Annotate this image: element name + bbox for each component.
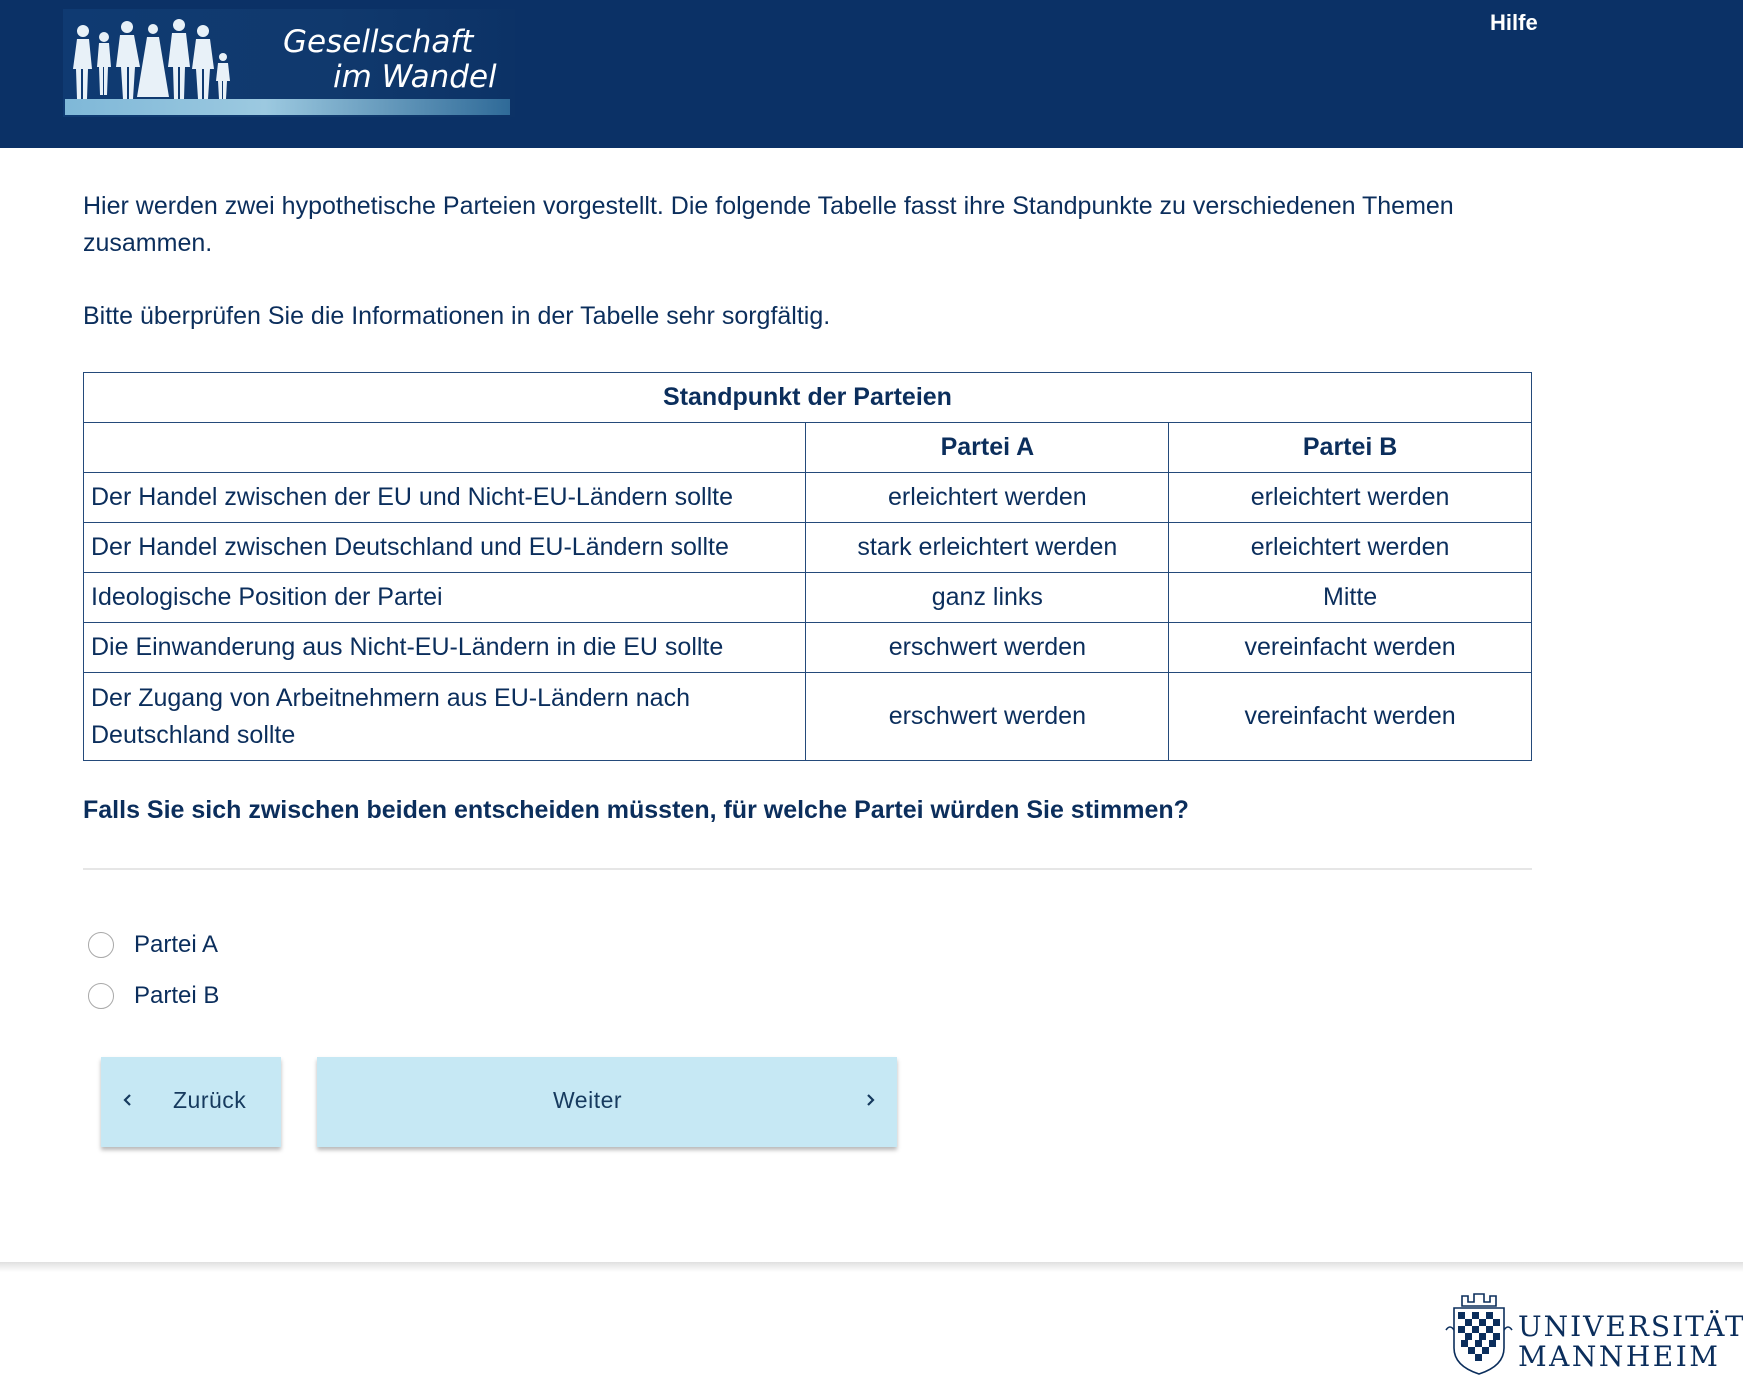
partei-b-cell: Mitte bbox=[1168, 572, 1532, 623]
column-header-partei-b: Partei B bbox=[1168, 422, 1532, 473]
next-button-label: Weiter bbox=[553, 1087, 623, 1113]
option-partei-a[interactable]: Partei A bbox=[88, 930, 218, 960]
column-header-partei-a: Partei A bbox=[805, 422, 1170, 473]
back-button[interactable]: Zurück bbox=[101, 1057, 281, 1147]
people-silhouettes-icon bbox=[73, 19, 230, 99]
topic-cell: Ideologische Position der Partei bbox=[82, 572, 807, 623]
gesellschaft-im-wandel-logo: Gesellschaft im Wandel bbox=[63, 9, 515, 117]
site-header: Gesellschaft im Wandel Hilfe bbox=[0, 0, 1743, 148]
partei-b-cell: vereinfacht werden bbox=[1168, 622, 1532, 673]
option-partei-b[interactable]: Partei B bbox=[88, 981, 219, 1011]
partei-a-cell: erschwert werden bbox=[805, 622, 1170, 673]
table-row: Der Zugang von Arbeitnehmern aus EU-Länd… bbox=[82, 672, 1532, 761]
partei-a-cell: erschwert werden bbox=[805, 672, 1170, 761]
table-row: Die Einwanderung aus Nicht-EU-Ländern in… bbox=[82, 622, 1532, 673]
partei-b-cell: erleichtert werden bbox=[1168, 472, 1532, 523]
column-header-topic bbox=[82, 422, 807, 473]
table-row: Der Handel zwischen der EU und Nicht-EU-… bbox=[82, 472, 1532, 523]
logo-text-line1: Gesellschaft bbox=[283, 24, 474, 60]
question-text: Falls Sie sich zwischen beiden entscheid… bbox=[83, 796, 1189, 824]
university-crest-icon bbox=[1445, 1293, 1513, 1375]
partei-b-cell: erleichtert werden bbox=[1168, 522, 1532, 573]
option-label: Partei B bbox=[134, 982, 220, 1009]
option-label: Partei A bbox=[134, 931, 219, 958]
partei-a-cell: erleichtert werden bbox=[805, 472, 1170, 523]
partei-a-cell: stark erleichtert werden bbox=[805, 522, 1170, 573]
chevron-left-icon bbox=[123, 1094, 131, 1106]
partei-b-cell: vereinfacht werden bbox=[1168, 672, 1532, 761]
table-header-row: Partei A Partei B bbox=[82, 422, 1532, 473]
intro-text: Hier werden zwei hypothetische Parteien … bbox=[83, 192, 1454, 257]
radio-icon[interactable] bbox=[88, 932, 114, 958]
table-title: Standpunkt der Parteien bbox=[83, 372, 1532, 423]
university-mannheim-logo: UNIVERSITÄT MANNHEIM bbox=[1440, 1290, 1743, 1378]
table-row: Der Handel zwischen Deutschland und EU-L… bbox=[82, 522, 1532, 573]
topic-cell: Der Handel zwischen Deutschland und EU-L… bbox=[82, 522, 807, 573]
topic-cell: Die Einwanderung aus Nicht-EU-Ländern in… bbox=[82, 622, 807, 673]
topic-cell: Der Handel zwischen der EU und Nicht-EU-… bbox=[82, 472, 807, 523]
university-name-line1: UNIVERSITÄT bbox=[1518, 1310, 1743, 1343]
logo-text-line2: im Wandel bbox=[333, 59, 497, 95]
university-name-line2: MANNHEIM bbox=[1518, 1340, 1721, 1373]
party-positions-table: Standpunkt der Parteien Partei A Partei … bbox=[82, 372, 1532, 761]
next-button[interactable]: Weiter bbox=[317, 1057, 897, 1147]
topic-cell: Der Zugang von Arbeitnehmern aus EU-Länd… bbox=[82, 672, 807, 761]
partei-a-cell: ganz links bbox=[805, 572, 1170, 623]
radio-icon[interactable] bbox=[88, 983, 114, 1009]
divider bbox=[83, 868, 1532, 870]
chevron-right-icon bbox=[867, 1094, 875, 1106]
instruction-note: Bitte überprüfen Sie die Informationen i… bbox=[83, 302, 831, 330]
footer-separator bbox=[0, 1262, 1743, 1272]
help-link[interactable]: Hilfe bbox=[1490, 10, 1538, 36]
table-row: Ideologische Position der Partei ganz li… bbox=[82, 572, 1532, 623]
back-button-label: Zurück bbox=[173, 1087, 247, 1113]
